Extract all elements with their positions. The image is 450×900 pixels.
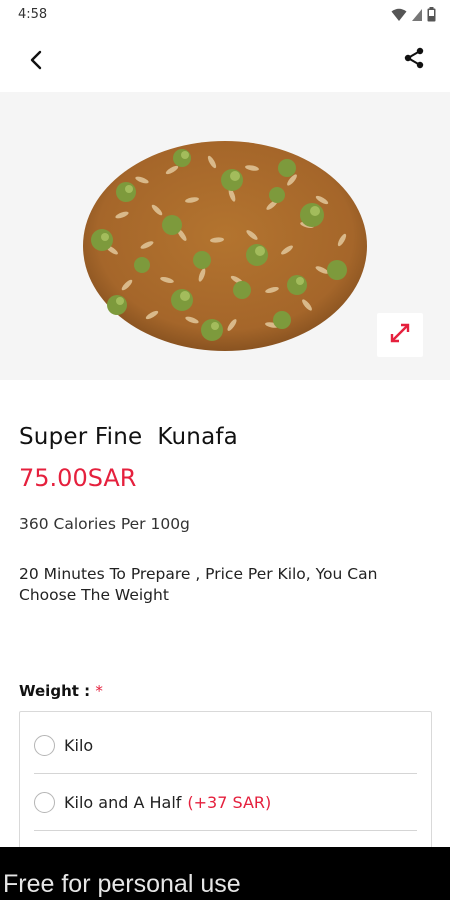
battery-icon [427, 7, 436, 27]
expand-image-button[interactable] [377, 313, 423, 357]
status-bar: 4:58 [0, 0, 450, 30]
share-button[interactable] [398, 44, 430, 76]
watermark-text: Free for personal use [3, 870, 241, 898]
status-icons [391, 7, 436, 27]
product-image[interactable] [82, 140, 368, 352]
app-bar [0, 30, 450, 92]
back-button[interactable] [20, 46, 52, 78]
radio-button[interactable] [34, 791, 55, 813]
option-label: Kilo and A Half [64, 792, 182, 812]
weight-option-kilo-and-a-half[interactable]: Kilo and A Half (+37 SAR) [34, 774, 417, 831]
watermark-bar: Free for personal use [0, 847, 450, 900]
option-extra-price: (+37 SAR) [187, 792, 272, 812]
product-image-area [0, 92, 450, 380]
expand-arrows-icon [388, 321, 412, 350]
wifi-icon [391, 8, 407, 27]
product-calories: 360 Calories Per 100g [19, 515, 190, 533]
chevron-left-icon [29, 50, 43, 75]
radio-button[interactable] [34, 734, 55, 756]
required-mark: * [95, 682, 103, 700]
weight-label-text: Weight : [19, 682, 91, 700]
signal-icon [411, 8, 423, 27]
weight-option-kilo[interactable]: Kilo [34, 717, 417, 774]
option-label: Kilo [64, 735, 94, 755]
weight-label: Weight : * [19, 682, 103, 700]
share-icon [402, 46, 426, 75]
product-name: Super Fine Kunafa [19, 424, 238, 450]
product-description: 20 Minutes To Prepare , Price Per Kilo, … [19, 565, 378, 604]
status-time: 4:58 [18, 7, 48, 22]
product-price: 75.00SAR [19, 464, 137, 492]
